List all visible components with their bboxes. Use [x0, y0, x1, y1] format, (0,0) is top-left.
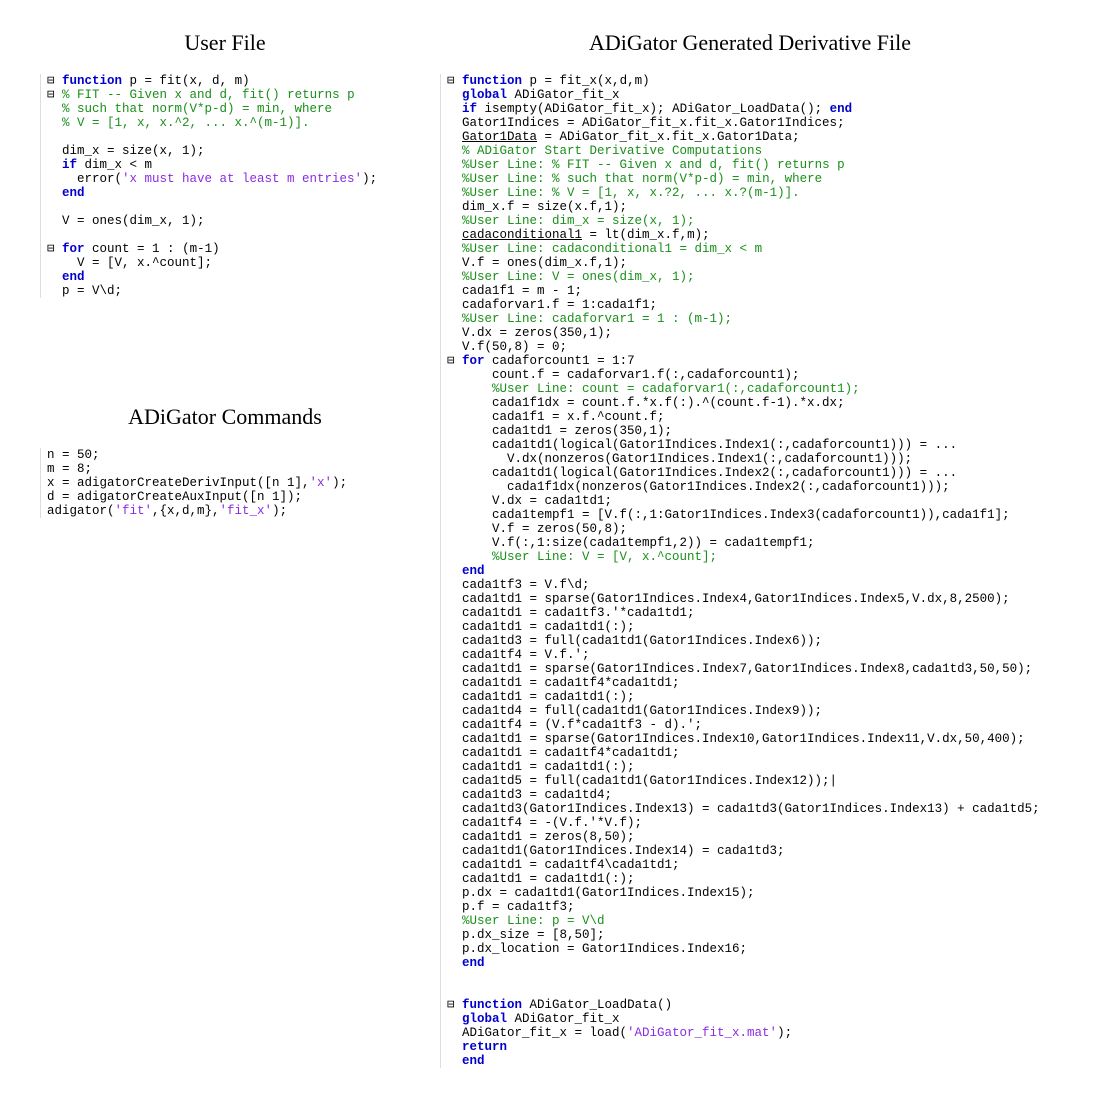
right-column: ADiGator Generated Derivative File ⊟ fun…	[440, 20, 1060, 1068]
adigator-commands-title: ADiGator Commands	[40, 404, 410, 430]
generated-file-title: ADiGator Generated Derivative File	[440, 30, 1060, 56]
user-file-code: ⊟ function p = fit(x, d, m) ⊟ % FIT -- G…	[40, 74, 410, 298]
page-columns: User File ⊟ function p = fit(x, d, m) ⊟ …	[40, 20, 1060, 1068]
generated-file-code: ⊟ function p = fit_x(x,d,m) global ADiGa…	[440, 74, 1060, 1068]
left-column: User File ⊟ function p = fit(x, d, m) ⊟ …	[40, 20, 410, 1068]
user-file-title: User File	[40, 30, 410, 56]
adigator-commands-code: n = 50; m = 8; x = adigatorCreateDerivIn…	[40, 448, 410, 518]
